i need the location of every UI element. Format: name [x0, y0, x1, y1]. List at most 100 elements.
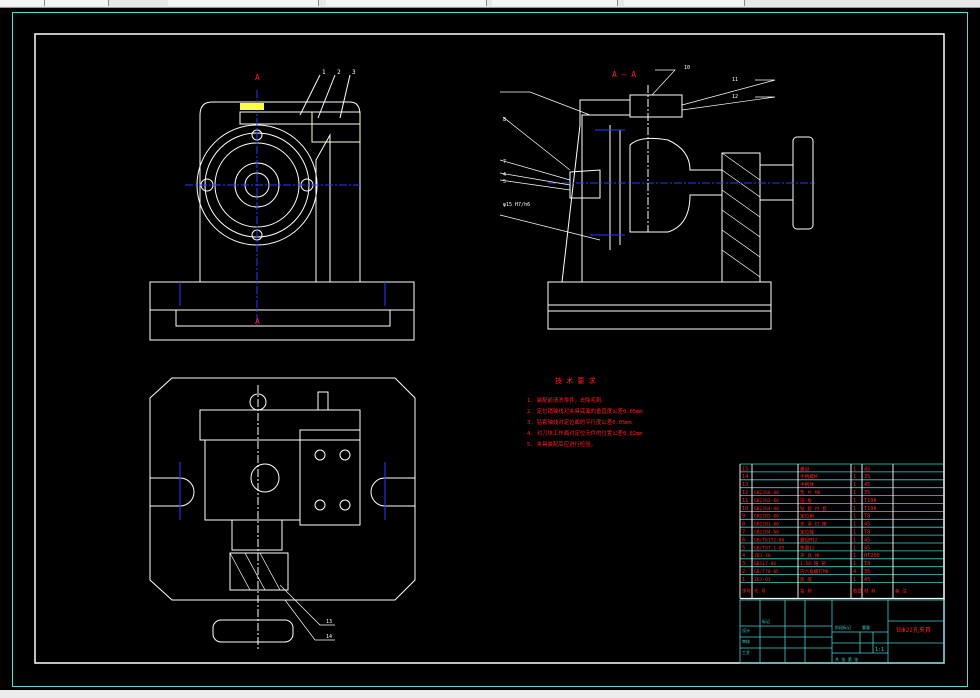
- parts-cell-no: 15: [742, 466, 748, 472]
- tech-req-item: 4. 对刀块工作面对定位元件的位置公差0.02mm: [527, 429, 642, 437]
- parts-cell-qty: 1: [853, 474, 856, 480]
- parts-cell-name: 支 承 钉 座: [800, 521, 827, 528]
- callout-1: 1: [322, 69, 326, 76]
- parts-cell-name: 手柄螺杆: [800, 473, 819, 480]
- parts-cell-material: 45: [864, 537, 870, 543]
- parts-cell-qty: 1: [853, 553, 856, 559]
- parts-cell-material: 35: [864, 490, 870, 496]
- parts-cell-material: T10A: [864, 498, 877, 504]
- parts-cell-no: 12: [742, 490, 748, 496]
- callout-3: 3: [352, 69, 356, 76]
- callout-11: 11: [732, 77, 738, 83]
- parts-cell-material: T8: [864, 561, 870, 567]
- parts-cell-qty: 1: [853, 545, 856, 551]
- parts-cell-material: 45: [864, 482, 870, 488]
- parts-cell-name: 夹 具 体: [800, 552, 820, 559]
- parts-cell-qty: 1: [853, 482, 856, 488]
- parts-cell-name: 垫 片 M8: [800, 489, 820, 496]
- section-mark-bottom: A: [255, 317, 260, 326]
- parts-cell-material: T8: [864, 514, 870, 520]
- parts-cell-code: GB2203-80: [754, 514, 779, 520]
- tech-req-item: 5. 夹具装配后应进行检验。: [527, 440, 596, 448]
- parts-cell-code: GB2263-80: [754, 498, 779, 504]
- parts-cell-name: 钻 套 衬 套: [800, 505, 827, 512]
- parts-cell-name: 底 座: [800, 576, 812, 583]
- parts-header-note: 备 注: [895, 588, 907, 595]
- status-strip: [0, 690, 980, 698]
- parts-cell-name: 内六角螺钉M8: [800, 568, 829, 575]
- parts-cell-name: 定位销: [800, 513, 814, 520]
- parts-cell-name: 垫圈12: [800, 544, 815, 551]
- parts-cell-qty: 1: [853, 498, 856, 504]
- parts-header-no: 序号: [742, 588, 751, 595]
- parts-cell-code: ZDJ-48: [754, 553, 771, 559]
- section-title: A — A: [612, 70, 636, 79]
- callout-7: 7: [503, 159, 506, 165]
- parts-cell-name: 压 板: [800, 497, 812, 504]
- parts-cell-no: 7: [742, 530, 745, 536]
- parts-cell-code: GB2204-80: [754, 530, 779, 536]
- parts-cell-qty: 1: [853, 530, 856, 536]
- parts-header-name: 名 称: [800, 588, 812, 595]
- parts-cell-qty: 4: [853, 569, 856, 575]
- parts-cell-no: 8: [742, 522, 745, 528]
- parts-cell-no: 14: [742, 474, 748, 480]
- parts-cell-qty: 1: [853, 522, 856, 528]
- tech-req-item: 3. 钻套轴线对定位面的平行度公差0.05mm: [527, 418, 632, 426]
- mark-label: 标记: [762, 618, 770, 624]
- parts-cell-material: HT200: [864, 553, 880, 559]
- parts-cell-material: 45: [864, 545, 870, 551]
- parts-cell-qty: 1: [853, 537, 856, 543]
- parts-cell-code: GB117-86: [754, 561, 776, 567]
- parts-cell-material: 35: [864, 474, 870, 480]
- parts-cell-material: T8: [864, 530, 870, 536]
- parts-cell-code: GB/T97.1-85: [754, 545, 785, 551]
- parts-cell-name: 手柄球: [800, 481, 814, 488]
- parts-cell-name: 定位轴: [800, 529, 814, 536]
- drawing-frame: [34, 33, 945, 664]
- parts-cell-name: 螺母: [800, 465, 810, 472]
- parts-cell-code: GB/T6172-86: [754, 537, 785, 543]
- parts-cell-no: 13: [742, 482, 748, 488]
- section-view-a-a: [499, 69, 815, 330]
- parts-header-material: 材 料: [864, 588, 876, 595]
- parts-cell-no: 6: [742, 537, 745, 543]
- parts-cell-code: GB2201-80: [754, 522, 779, 528]
- parts-cell-material: 45: [864, 466, 870, 472]
- sheet-label: 共 张 第 张: [835, 656, 858, 662]
- parts-cell-qty: 1: [853, 490, 856, 496]
- callout-2: 2: [337, 69, 341, 76]
- callout-10: 10: [684, 65, 690, 71]
- parts-cell-code: GB2264-80: [754, 506, 779, 512]
- parts-cell-no: 3: [742, 561, 745, 567]
- scale-value: 1:1: [875, 647, 884, 653]
- callout-8: 8: [503, 117, 506, 123]
- technical-requirements: 技 术 要 求 1. 装配前清洗零件，去除毛刺。 2. 定位销轴线对夹具底面的垂…: [527, 376, 642, 448]
- parts-header-qty: 数量: [853, 588, 862, 595]
- tech-req-title: 技 术 要 求: [555, 376, 596, 385]
- section-mark-top: A: [255, 73, 260, 82]
- parts-cell-material: 45: [864, 577, 870, 583]
- parts-cell-no: 10: [742, 506, 748, 512]
- top-view: [149, 377, 416, 650]
- parts-header-code: 代 号: [754, 588, 766, 595]
- callout-5: 5: [503, 179, 506, 185]
- callout-13: 13: [326, 619, 332, 625]
- parts-cell-material: 45: [864, 522, 870, 528]
- callout-12: 12: [732, 94, 738, 100]
- tech-req-item: 2. 定位销轴线对夹具底面的垂直度公差0.05mm: [527, 407, 642, 415]
- stage-label: 阶段标记: [835, 624, 851, 630]
- parts-cell-qty: 1: [853, 561, 856, 567]
- cad-drawing-canvas[interactable]: A A 1 2 3 A — A 10 11 12 8 7 4 5 φ15 H7/…: [0, 0, 980, 698]
- process-label: 工艺: [742, 650, 750, 655]
- drawing-name: 钻Φ22孔夹具: [896, 626, 931, 634]
- parts-cell-qty: 1: [853, 514, 856, 520]
- parts-cell-qty: 1: [853, 577, 856, 583]
- highlighted-block: [240, 103, 264, 110]
- weight-label: 重量: [862, 624, 870, 630]
- parts-cell-material: T10A: [864, 506, 877, 512]
- parts-cell-material: 35: [864, 569, 870, 575]
- parts-cell-no: 4: [742, 553, 745, 559]
- tech-req-item: 1. 装配前清洗零件，去除毛刺。: [527, 396, 607, 404]
- parts-cell-name: 1:50 锥 销: [800, 560, 826, 567]
